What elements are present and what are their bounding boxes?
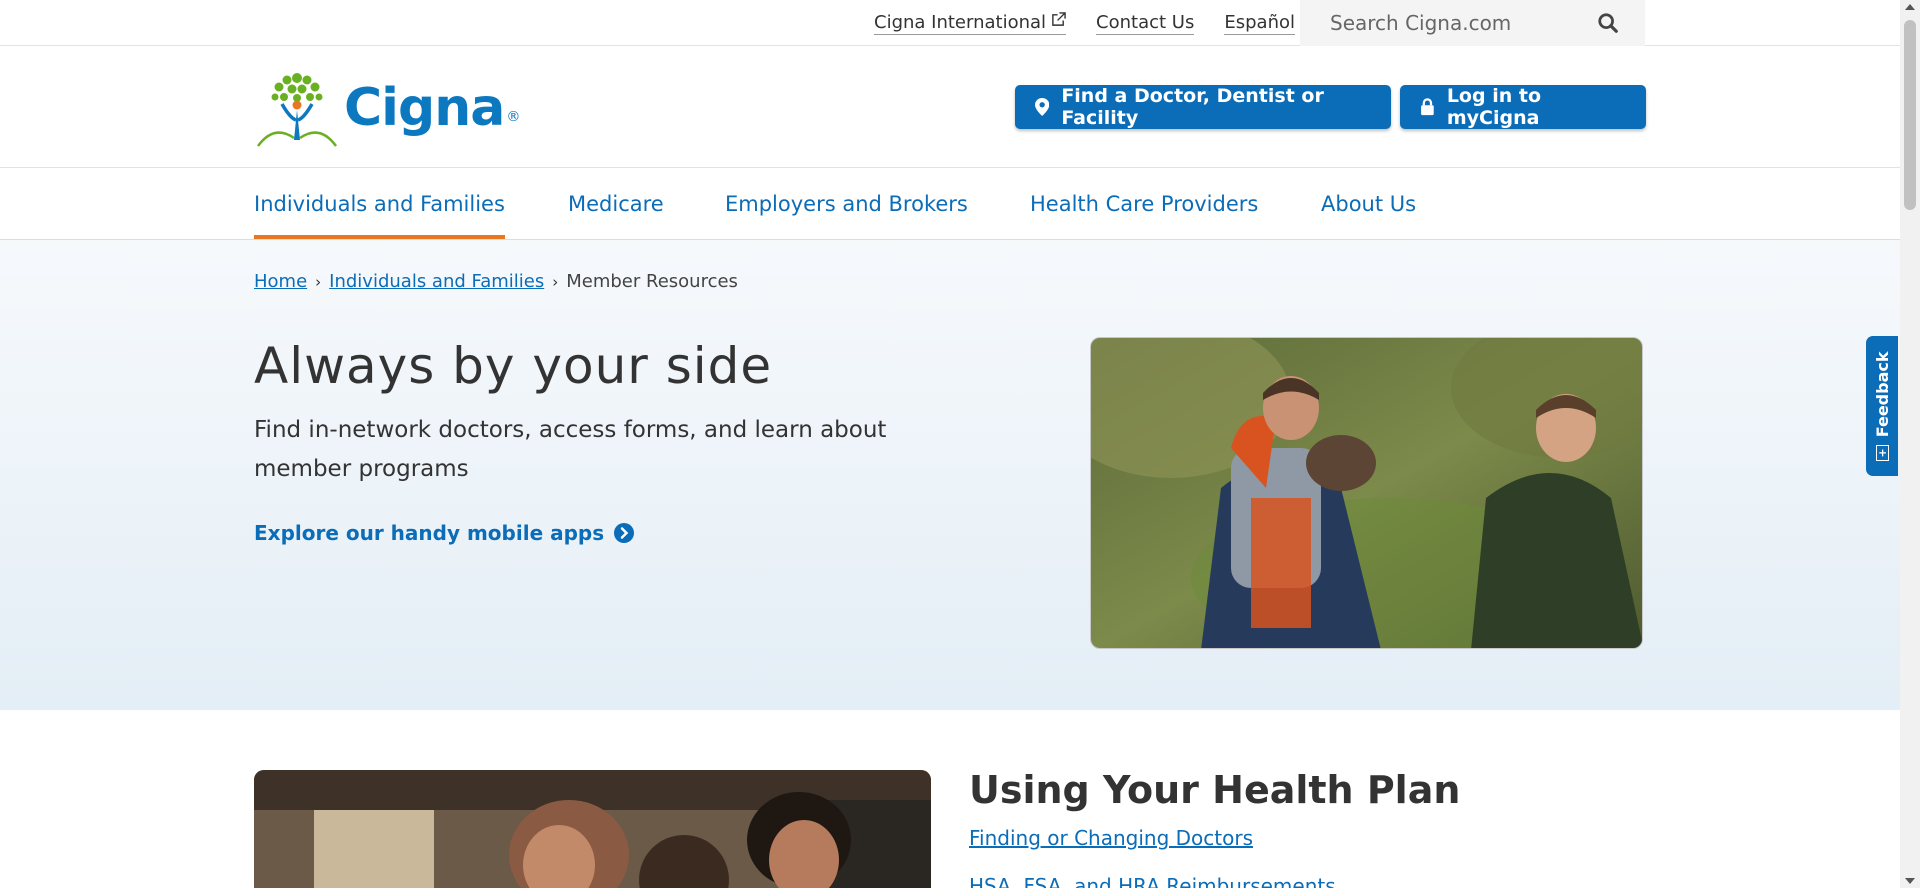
feedback-tab-content: + Feedback	[1866, 336, 1898, 476]
breadcrumb-individuals[interactable]: Individuals and Families	[329, 271, 544, 292]
search-input[interactable]: Search Cigna.com	[1300, 0, 1645, 46]
utility-bar: Cigna International Contact Us Español S…	[0, 0, 1920, 46]
feedback-label: Feedback	[1872, 351, 1892, 438]
nav-medicare[interactable]: Medicare	[568, 168, 664, 240]
contact-us-link[interactable]: Contact Us	[1096, 12, 1195, 35]
lock-icon	[1421, 98, 1434, 116]
feedback-icon: +	[1875, 445, 1889, 461]
scrollbar[interactable]	[1900, 0, 1920, 888]
nav-individuals-families[interactable]: Individuals and Families	[254, 168, 505, 239]
feedback-tab[interactable]: + Feedback	[1866, 336, 1898, 476]
find-doctor-button[interactable]: Find a Doctor, Dentist or Facility	[1015, 85, 1391, 129]
header: Cigna ® Find a Doctor, Dentist or Facili…	[0, 46, 1920, 168]
hero-section: Home › Individuals and Families › Member…	[0, 241, 1900, 710]
search-icon[interactable]	[1597, 12, 1619, 34]
health-plan-heading: Using Your Health Plan	[969, 768, 1461, 812]
logo-wordmark: Cigna	[344, 78, 505, 138]
scrollbar-thumb[interactable]	[1904, 20, 1916, 210]
search-placeholder: Search Cigna.com	[1330, 11, 1512, 35]
chevron-right-icon: ›	[315, 272, 322, 291]
reimbursements-link[interactable]: HSA, FSA, and HRA Reimbursements	[969, 874, 1336, 888]
espanol-link[interactable]: Español	[1224, 12, 1295, 35]
circle-arrow-right-icon	[614, 523, 635, 543]
family-photo	[254, 770, 931, 888]
cigna-logo[interactable]: Cigna ®	[254, 68, 520, 148]
map-pin-icon	[1035, 98, 1050, 116]
login-button[interactable]: Log in to myCigna	[1400, 85, 1646, 129]
logo-registered-mark: ®	[506, 109, 521, 125]
breadcrumb: Home › Individuals and Families › Member…	[254, 271, 738, 292]
utility-links: Cigna International Contact Us Español	[874, 0, 1295, 46]
breadcrumb-current: Member Resources	[566, 271, 738, 292]
nav-about-us[interactable]: About Us	[1321, 168, 1416, 240]
external-link-icon	[1052, 11, 1066, 26]
cigna-international-link[interactable]: Cigna International	[874, 11, 1067, 35]
login-label: Log in to myCigna	[1446, 85, 1541, 129]
mobile-apps-label: Explore our handy mobile apps	[254, 521, 605, 545]
main-nav: Individuals and Families Medicare Employ…	[0, 168, 1920, 240]
scroll-down-arrow-icon[interactable]	[1905, 878, 1915, 884]
hero-subtitle: Find in-network doctors, access forms, a…	[254, 417, 887, 482]
hikers-with-dog-photo	[1090, 337, 1643, 649]
mobile-apps-link[interactable]: Explore our handy mobile apps	[254, 521, 635, 545]
scroll-up-arrow-icon[interactable]	[1905, 4, 1915, 10]
nav-employers-brokers[interactable]: Employers and Brokers	[725, 168, 968, 240]
nav-health-care-providers[interactable]: Health Care Providers	[1030, 168, 1258, 240]
page-title: Always by your side	[254, 337, 773, 395]
cigna-international-label: Cigna International	[874, 11, 1047, 33]
chevron-right-icon: ›	[552, 272, 559, 291]
finding-doctors-link[interactable]: Finding or Changing Doctors	[969, 826, 1253, 850]
find-doctor-label: Find a Doctor, Dentist or Facility	[1061, 85, 1324, 129]
breadcrumb-home[interactable]: Home	[254, 271, 307, 292]
tree-of-life-icon	[256, 73, 338, 147]
